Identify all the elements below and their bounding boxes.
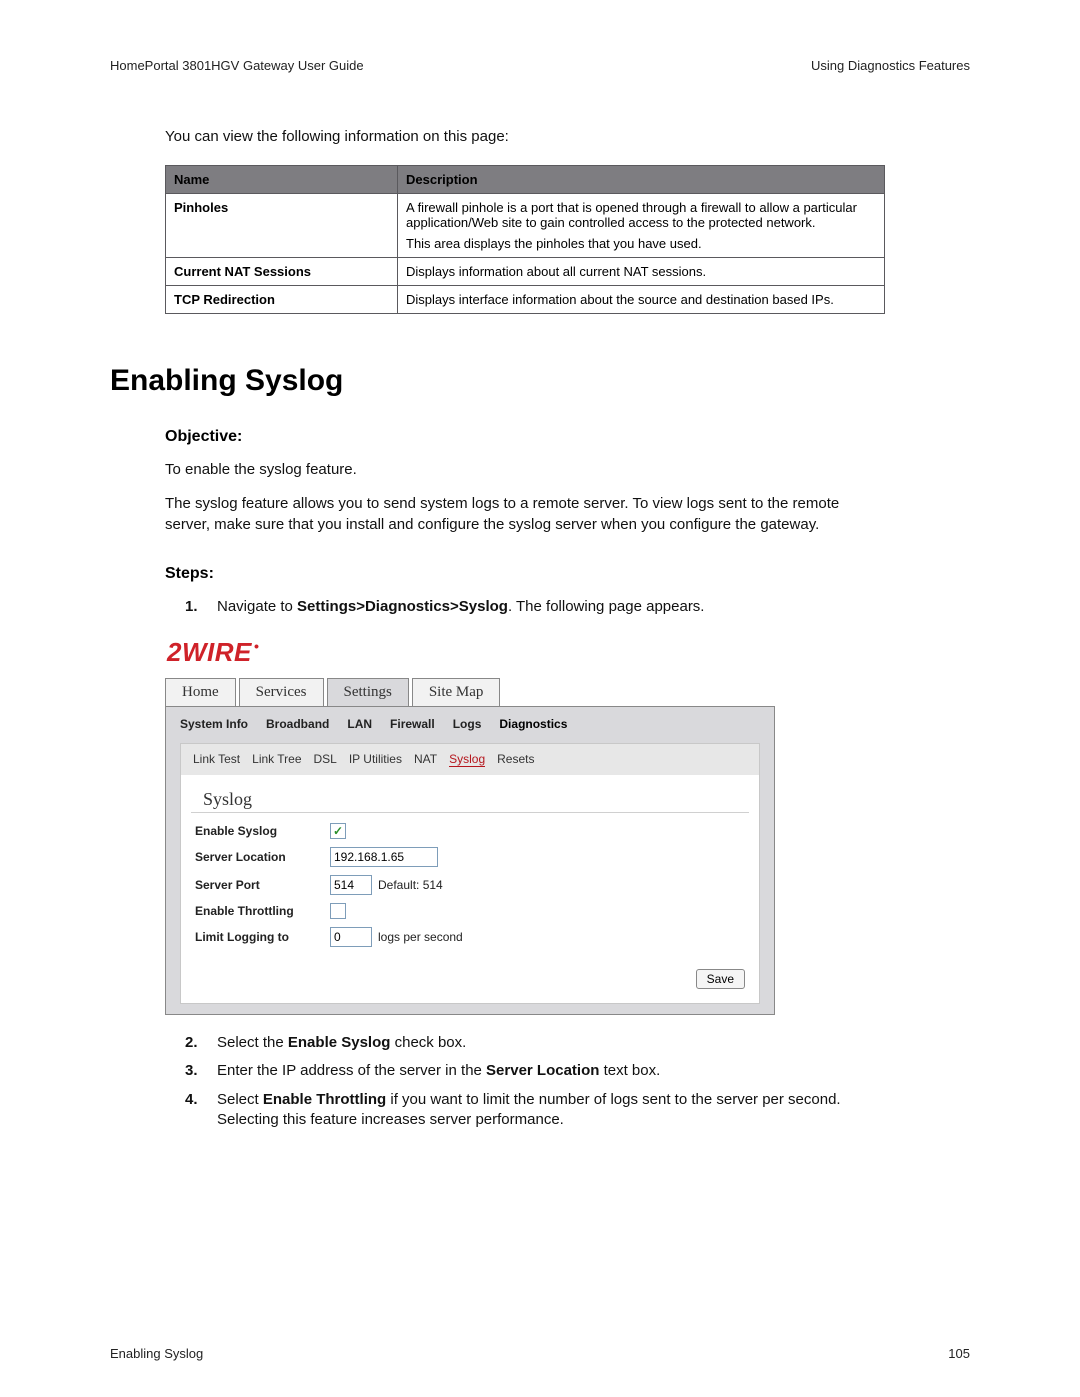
ttab-link-test[interactable]: Link Test [193,752,240,767]
server-port-label: Server Port [195,878,330,892]
step-1: 1. Navigate to Settings>Diagnostics>Sysl… [185,597,885,617]
section-heading: Enabling Syslog [110,364,970,398]
step-bold: Server Location [486,1062,599,1079]
step-post: text box. [599,1062,660,1079]
description-table: Name Description Pinholes A firewall pin… [165,165,885,314]
limit-logging-label: Limit Logging to [195,930,330,944]
server-location-label: Server Location [195,850,330,864]
cell-desc: Displays information about all current N… [398,258,885,286]
objective-label: Objective: [165,428,970,446]
syslog-form: Enable Syslog ✓ Server Location Server P… [181,813,759,947]
tab-settings[interactable]: Settings [327,678,409,706]
sub-tabs: System Info Broadband LAN Firewall Logs … [180,717,760,731]
step-3: 3. Enter the IP address of the server in… [185,1061,885,1081]
tab-services[interactable]: Services [239,678,324,706]
subtab-lan[interactable]: LAN [347,717,372,731]
cell-name: Pinholes [166,194,398,258]
embedded-ui-screenshot: 2WIRE• Home Services Settings Site Map S… [165,631,775,1015]
step-bold: Settings>Diagnostics>Syslog [297,598,508,615]
third-tabs: Link Test Link Tree DSL IP Utilities NAT… [181,744,759,775]
cell-name: Current NAT Sessions [166,258,398,286]
step-number: 3. [185,1061,217,1081]
enable-syslog-checkbox[interactable]: ✓ [330,823,346,839]
step-pre: Select the [217,1034,288,1051]
steps-label: Steps: [165,565,970,583]
steps-list: 1. Navigate to Settings>Diagnostics>Sysl… [185,597,885,617]
page-footer: Enabling Syslog 105 [110,1346,970,1361]
subtab-logs[interactable]: Logs [453,717,482,731]
panel-title: Syslog [191,775,749,813]
server-port-input[interactable] [330,875,372,895]
row-server-port: Server Port Default: 514 [195,875,745,895]
step-4: 4. Select Enable Throttling if you want … [185,1090,885,1131]
row-enable-throttling: Enable Throttling [195,903,745,919]
primary-tabs: Home Services Settings Site Map [165,678,775,706]
subtab-broadband[interactable]: Broadband [266,717,329,731]
step-post: check box. [390,1034,466,1051]
step-pre: Navigate to [217,598,297,615]
enable-syslog-label: Enable Syslog [195,824,330,838]
step-2: 2. Select the Enable Syslog check box. [185,1033,885,1053]
step-number: 2. [185,1033,217,1053]
logo-text: 2WIRE [167,637,252,667]
subtab-firewall[interactable]: Firewall [390,717,435,731]
steps-list-continued: 2. Select the Enable Syslog check box. 3… [185,1033,885,1130]
enable-throttling-checkbox[interactable] [330,903,346,919]
th-name: Name [166,166,398,194]
ttab-link-tree[interactable]: Link Tree [252,752,301,767]
step-number: 1. [185,597,217,617]
server-location-input[interactable] [330,847,438,867]
row-enable-syslog: Enable Syslog ✓ [195,823,745,839]
intro-text: You can view the following information o… [165,128,970,145]
th-description: Description [398,166,885,194]
ttab-nat[interactable]: NAT [414,752,437,767]
header-left: HomePortal 3801HGV Gateway User Guide [110,58,364,73]
settings-subnav-bar: System Info Broadband LAN Firewall Logs … [165,706,775,1015]
cell-desc: A firewall pinhole is a port that is ope… [398,194,885,258]
server-port-default: Default: 514 [378,878,443,892]
step-bold: Enable Throttling [263,1091,386,1108]
save-button[interactable]: Save [696,969,745,989]
step-post: . The following page appears. [508,598,705,615]
objective-text: To enable the syslog feature. [165,460,885,480]
subtab-diagnostics[interactable]: Diagnostics [499,717,567,731]
cell-desc-line: This area displays the pinholes that you… [406,236,876,251]
ttab-dsl[interactable]: DSL [314,752,337,767]
logo-2wire: 2WIRE• [165,631,775,672]
step-pre: Select [217,1091,263,1108]
step-bold: Enable Syslog [288,1034,391,1051]
cell-name: TCP Redirection [166,286,398,314]
table-row: Pinholes A firewall pinhole is a port th… [166,194,885,258]
diagnostics-panel: Link Test Link Tree DSL IP Utilities NAT… [180,743,760,1004]
objective-paragraph: The syslog feature allows you to send sy… [165,494,885,535]
step-pre: Enter the IP address of the server in th… [217,1062,486,1079]
header-right: Using Diagnostics Features [811,58,970,73]
enable-throttling-label: Enable Throttling [195,904,330,918]
row-server-location: Server Location [195,847,745,867]
step-number: 4. [185,1090,217,1131]
table-row: TCP Redirection Displays interface infor… [166,286,885,314]
tab-home[interactable]: Home [165,678,236,706]
logo-dot-icon: • [254,638,259,654]
cell-desc-line: A firewall pinhole is a port that is ope… [406,200,876,230]
subtab-system-info[interactable]: System Info [180,717,248,731]
table-row: Current NAT Sessions Displays informatio… [166,258,885,286]
row-limit-logging: Limit Logging to logs per second [195,927,745,947]
tab-sitemap[interactable]: Site Map [412,678,501,706]
footer-left: Enabling Syslog [110,1346,203,1361]
running-header: HomePortal 3801HGV Gateway User Guide Us… [110,58,970,73]
ttab-resets[interactable]: Resets [497,752,534,767]
ttab-ip-utilities[interactable]: IP Utilities [349,752,402,767]
footer-page-number: 105 [948,1346,970,1361]
cell-desc: Displays interface information about the… [398,286,885,314]
limit-logging-suffix: logs per second [378,930,463,944]
ttab-syslog[interactable]: Syslog [449,752,485,767]
limit-logging-input[interactable] [330,927,372,947]
